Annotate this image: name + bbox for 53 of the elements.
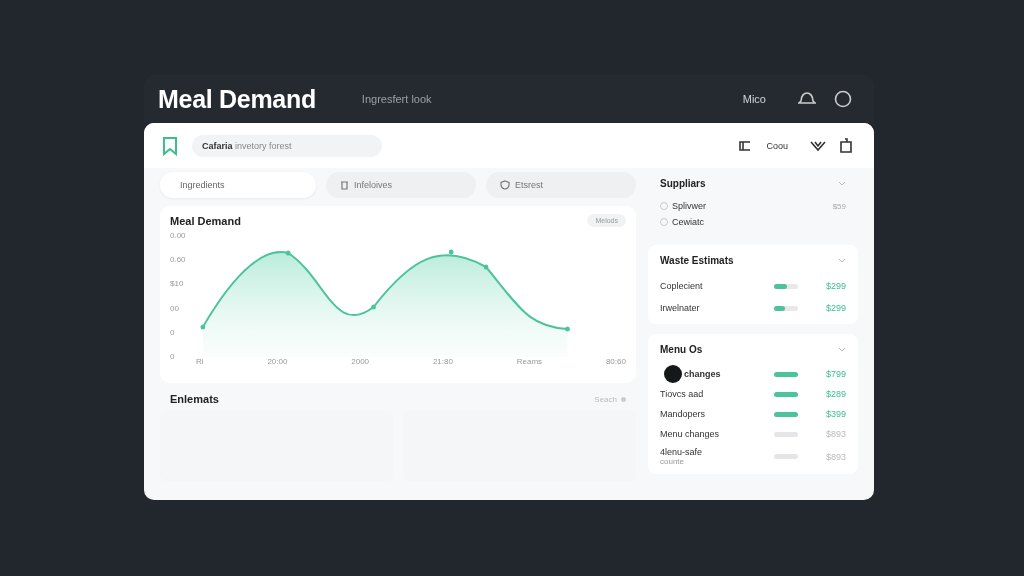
item-name: 4lenu-safe (660, 447, 703, 457)
item-subtitle: counte (660, 457, 686, 466)
clipboard-icon[interactable] (840, 138, 852, 153)
subtitle: Ingresfert look (361, 93, 432, 105)
axis-label: 0 (170, 327, 176, 337)
search-field[interactable]: Cafaria invetory forest (192, 134, 382, 157)
cursor-dot (664, 365, 682, 383)
supplier-name: Splivwer (672, 201, 706, 211)
item-name: Tiovcs aad (660, 389, 704, 399)
tab[interactable]: Etsrest (486, 172, 636, 198)
axis-label: 0.60 (170, 255, 187, 265)
price: $893 (824, 429, 846, 439)
profile-icon[interactable] (834, 90, 852, 108)
axis-label: 21:80 (432, 357, 453, 366)
axis-label: 00 (170, 303, 180, 313)
shield-icon (500, 180, 510, 190)
axis-label: $10 (170, 279, 185, 289)
trash-icon (340, 180, 349, 190)
dot-icon (621, 396, 626, 402)
item-name: Irwelnater (660, 303, 700, 313)
axis-label: 0.00 (170, 231, 187, 240)
user-name[interactable]: Mico (742, 93, 766, 105)
tag-icon[interactable] (738, 139, 753, 152)
price: $893 (824, 451, 846, 462)
item-name: Menu changes (660, 429, 720, 439)
price: $399 (824, 409, 846, 419)
bookmark-icon (162, 135, 178, 156)
supplier-name: Cewiatc (672, 217, 704, 227)
axis-label: Ri (196, 357, 204, 366)
app-title: Meal Demand (158, 84, 316, 114)
item-name: Coplecient (660, 281, 703, 291)
bell-icon[interactable] (798, 91, 816, 107)
price: $289 (824, 389, 846, 399)
axis-label: 0 (170, 351, 176, 361)
panel-title: Suppliars (660, 178, 706, 189)
price: $299 (824, 303, 846, 313)
panel-title: Menu Os (660, 344, 703, 355)
toolbar-link[interactable]: Coou (766, 140, 788, 151)
price: $799 (824, 369, 846, 379)
axis-label: Reams (516, 357, 543, 366)
section-title: Enlemats (170, 393, 219, 405)
price: $299 (824, 281, 846, 291)
item-name: changes (684, 369, 721, 379)
price: $59 (832, 201, 846, 211)
tab[interactable]: Ingredients (160, 172, 316, 198)
axis-label: 80:60 (605, 357, 626, 366)
panel-title: Waste Estimats (660, 255, 734, 266)
item-name: Mandopers (660, 409, 706, 419)
chart-title: Meal Demand (170, 214, 241, 227)
axis-label: 20:00 (267, 357, 288, 366)
chevron-icon[interactable] (810, 139, 826, 152)
axis-label: 2000 (351, 357, 370, 366)
tab[interactable]: Infeloives (326, 172, 476, 198)
